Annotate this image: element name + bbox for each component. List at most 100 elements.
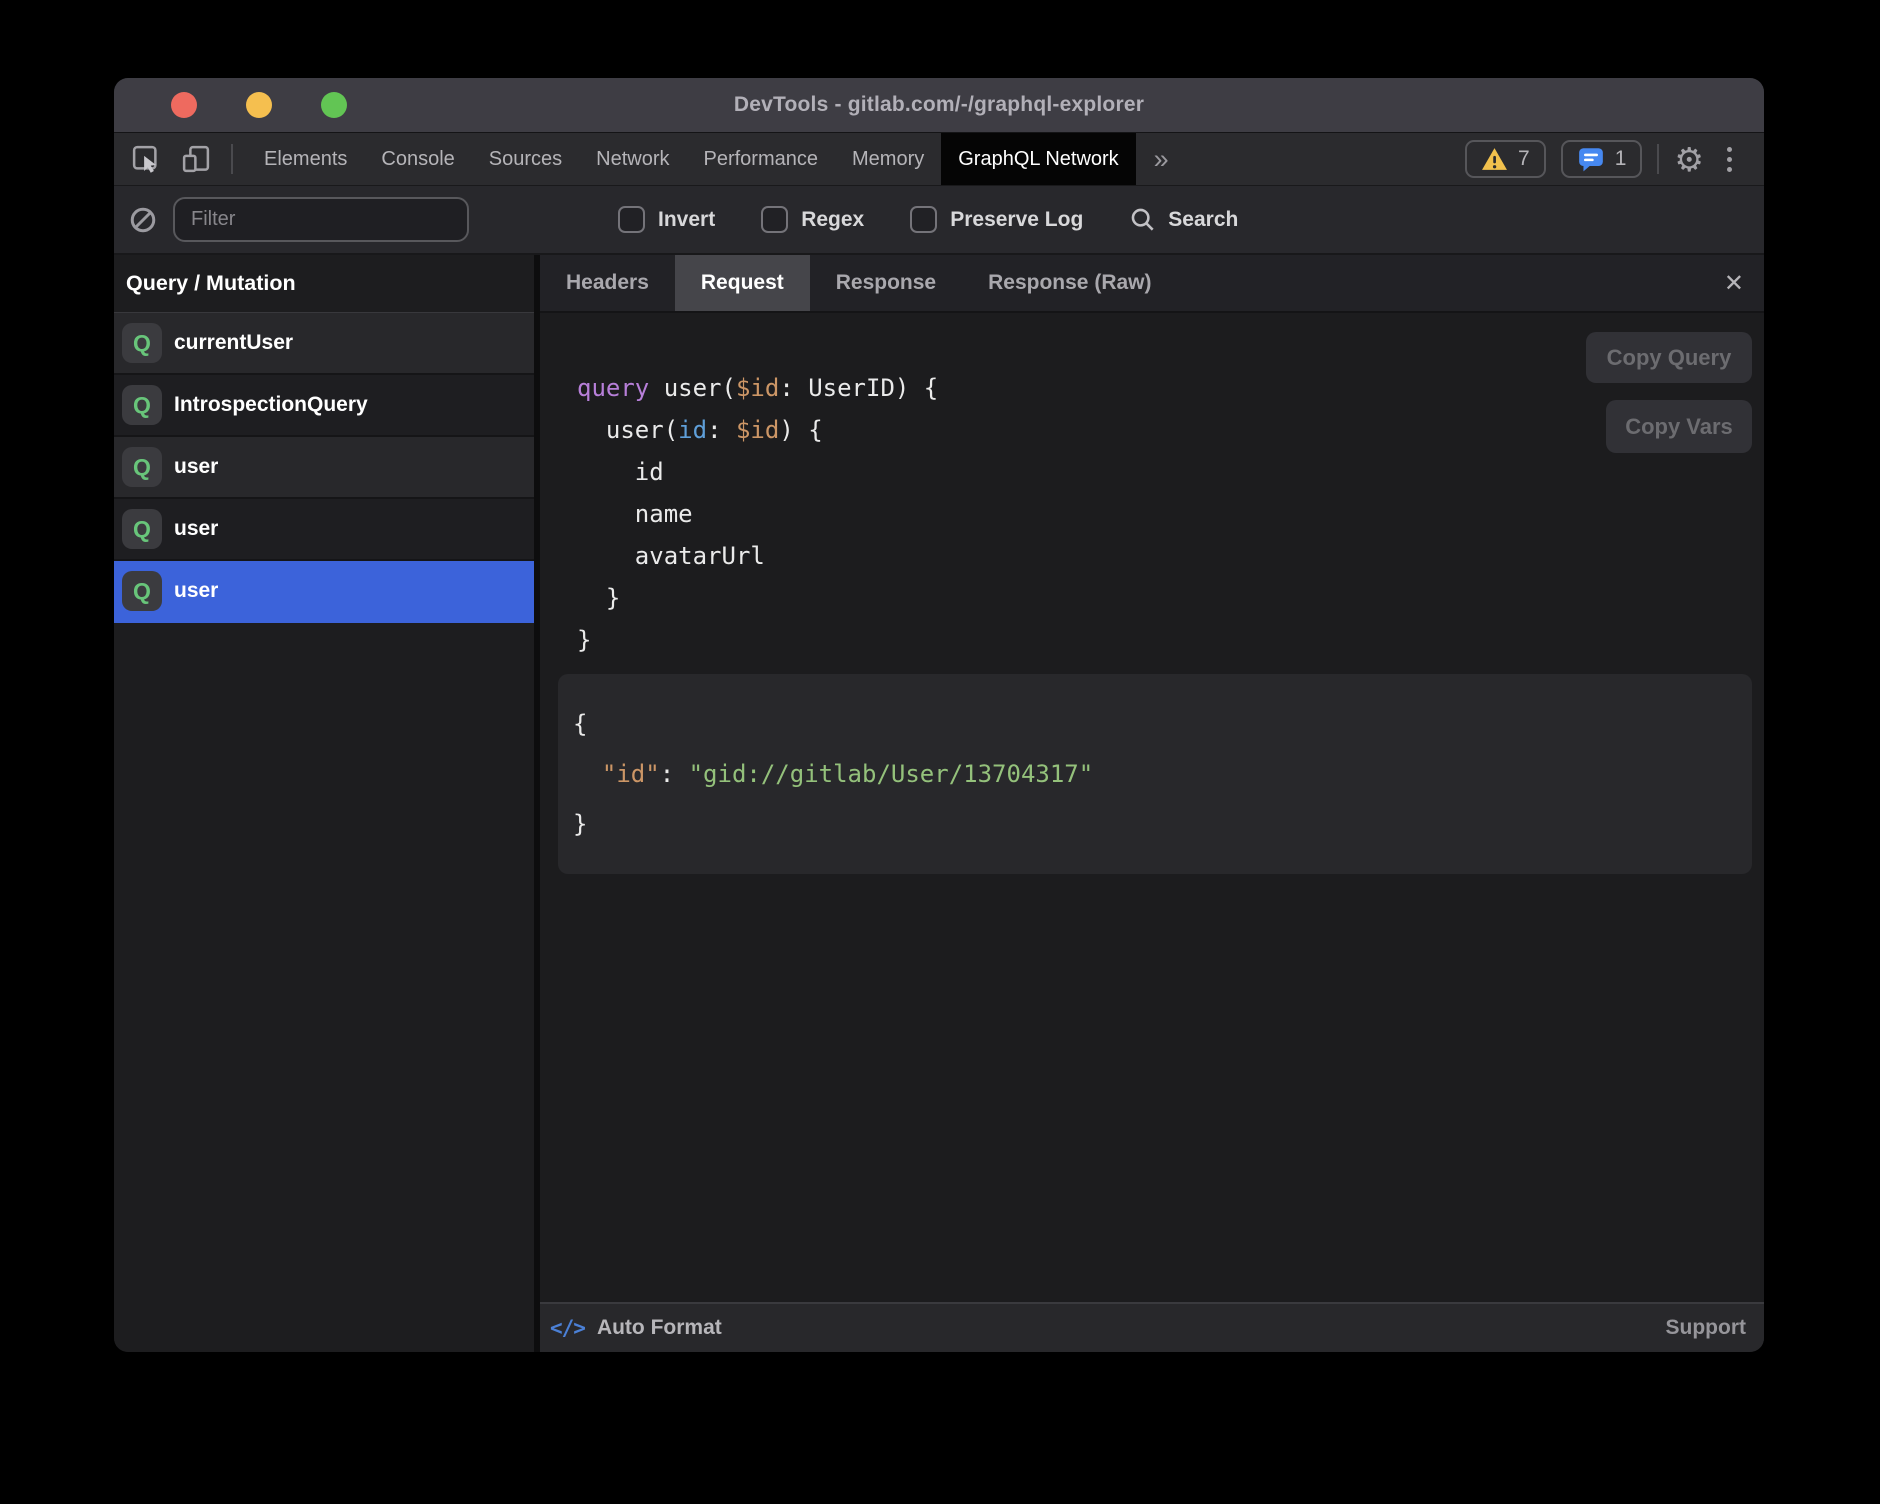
code-line: }	[573, 799, 1732, 849]
main-toolbar: ElementsConsoleSourcesNetworkPerformance…	[114, 133, 1764, 186]
code-line: }	[577, 577, 938, 619]
settings-gear-icon[interactable]: ⚙	[1674, 143, 1704, 176]
warning-icon	[1481, 146, 1508, 173]
query-type-badge: Q	[122, 509, 162, 549]
checkbox-preserve-log[interactable]: Preserve Log	[910, 206, 1083, 233]
code-line: user(id: $id) {	[577, 409, 938, 451]
close-panel-icon[interactable]: ✕	[1724, 255, 1744, 311]
checkbox-invert[interactable]: Invert	[618, 206, 715, 233]
checkbox-label: Preserve Log	[950, 208, 1083, 232]
toolbar-right-controls: 7 1 ⚙	[1465, 133, 1764, 185]
code-token: user(	[577, 416, 678, 444]
titlebar: DevTools - gitlab.com/-/graphql-explorer	[114, 78, 1764, 133]
code-token: }	[577, 626, 591, 654]
request-name: IntrospectionQuery	[174, 393, 368, 417]
checkbox-box[interactable]	[761, 206, 788, 233]
toolbar-divider	[231, 144, 233, 174]
code-line: id	[577, 451, 938, 493]
screen-background: { "window": { "title": "DevTools - gitla…	[0, 0, 1880, 1504]
minimize-window-button[interactable]	[246, 92, 272, 118]
main-tab-performance[interactable]: Performance	[687, 133, 836, 185]
search-label: Search	[1168, 208, 1238, 232]
sidebar-header: Query / Mutation	[114, 255, 534, 313]
panel-tab-headers[interactable]: Headers	[540, 255, 675, 311]
fullscreen-window-button[interactable]	[321, 92, 347, 118]
copy-query-button[interactable]: Copy Query	[1586, 332, 1752, 383]
warning-count: 7	[1518, 147, 1530, 171]
checkbox-regex[interactable]: Regex	[761, 206, 864, 233]
block-requests-icon[interactable]	[128, 205, 158, 235]
code-token	[573, 760, 602, 788]
copy-vars-button[interactable]: Copy Vars	[1606, 400, 1752, 453]
panel-tab-request[interactable]: Request	[675, 255, 810, 311]
main-tab-console[interactable]: Console	[364, 133, 471, 185]
request-list-item-introspectionquery[interactable]: Q IntrospectionQuery	[114, 375, 534, 437]
message-icon	[1577, 145, 1605, 173]
code-token: :	[707, 416, 736, 444]
query-type-badge: Q	[122, 323, 162, 363]
query-type-badge: Q	[122, 447, 162, 487]
code-token: query	[577, 374, 664, 402]
code-token: "gid://gitlab/User/13704317"	[689, 760, 1094, 788]
code-line: avatarUrl	[577, 535, 938, 577]
search-toggle[interactable]: Search	[1129, 206, 1238, 234]
main-tab-sources[interactable]: Sources	[472, 133, 579, 185]
device-toolbar-icon[interactable]	[181, 144, 211, 174]
kebab-menu-icon[interactable]	[1719, 141, 1740, 178]
panel-tab-response[interactable]: Response	[810, 255, 962, 311]
code-token: name	[577, 500, 693, 528]
issues-button[interactable]: 1	[1561, 140, 1643, 178]
query-type-badge: Q	[122, 385, 162, 425]
request-list-item-user[interactable]: Quser	[114, 499, 534, 561]
toolbar-left-icons	[114, 133, 247, 185]
request-list-item-user[interactable]: Quser	[114, 437, 534, 499]
code-line: }	[577, 619, 938, 661]
filter-options: Invert Regex Preserve Log	[618, 206, 1083, 233]
code-line: query user($id: UserID) {	[577, 367, 938, 409]
auto-format-button[interactable]: Auto Format	[597, 1316, 722, 1340]
window-title: DevTools - gitlab.com/-/graphql-explorer	[114, 93, 1764, 117]
request-name: currentUser	[174, 331, 293, 355]
query-type-badge: Q	[122, 571, 162, 611]
inspect-element-icon[interactable]	[131, 144, 161, 174]
filter-input[interactable]	[173, 197, 469, 242]
more-tabs-button[interactable]: »	[1136, 133, 1187, 185]
code-token: "id"	[602, 760, 660, 788]
panel-tab-response-raw[interactable]: Response (Raw)	[962, 255, 1177, 311]
checkbox-box[interactable]	[910, 206, 937, 233]
search-icon	[1129, 206, 1157, 234]
main-tab-network[interactable]: Network	[579, 133, 686, 185]
request-name: user	[174, 455, 218, 479]
panel-tab-strip: HeadersRequestResponseResponse (Raw)	[540, 255, 1178, 311]
main-tab-strip: ElementsConsoleSourcesNetworkPerformance…	[247, 133, 1136, 185]
code-token: }	[577, 584, 620, 612]
support-link[interactable]: Support	[1666, 1316, 1746, 1340]
close-window-button[interactable]	[171, 92, 197, 118]
request-name: user	[174, 579, 218, 603]
main-tab-memory[interactable]: Memory	[835, 133, 941, 185]
panel-footer: </> Auto Format Support	[540, 1302, 1764, 1352]
code-line: name	[577, 493, 938, 535]
request-list-item-user-selected[interactable]: Quser	[114, 561, 534, 623]
code-token: avatarUrl	[577, 542, 765, 570]
graphql-query-code: query user($id: UserID) { user(id: $id) …	[577, 367, 938, 661]
issue-count: 1	[1615, 147, 1627, 171]
main-tab-elements[interactable]: Elements	[247, 133, 364, 185]
code-token: id	[577, 458, 664, 486]
checkbox-box[interactable]	[618, 206, 645, 233]
code-token: $id	[736, 416, 779, 444]
request-name: user	[174, 517, 218, 541]
detail-panel: HeadersRequestResponseResponse (Raw) ✕ q…	[540, 255, 1764, 1352]
main-tab-graphql-network[interactable]: GraphQL Network	[941, 133, 1135, 185]
code-line: {	[573, 699, 1732, 749]
code-token: ) {	[779, 416, 822, 444]
warnings-button[interactable]: 7	[1465, 140, 1546, 178]
traffic-lights	[171, 78, 347, 132]
request-list-item-currentuser[interactable]: QcurrentUser	[114, 313, 534, 375]
code-token: id	[678, 416, 707, 444]
request-list: QcurrentUserQIntrospectionQueryQuserQuse…	[114, 313, 534, 623]
code-format-icon: </>	[550, 1316, 585, 1340]
toolbar-right-divider	[1657, 144, 1659, 174]
devtools-window: DevTools - gitlab.com/-/graphql-explorer…	[114, 78, 1764, 1352]
code-token: }	[573, 810, 587, 838]
